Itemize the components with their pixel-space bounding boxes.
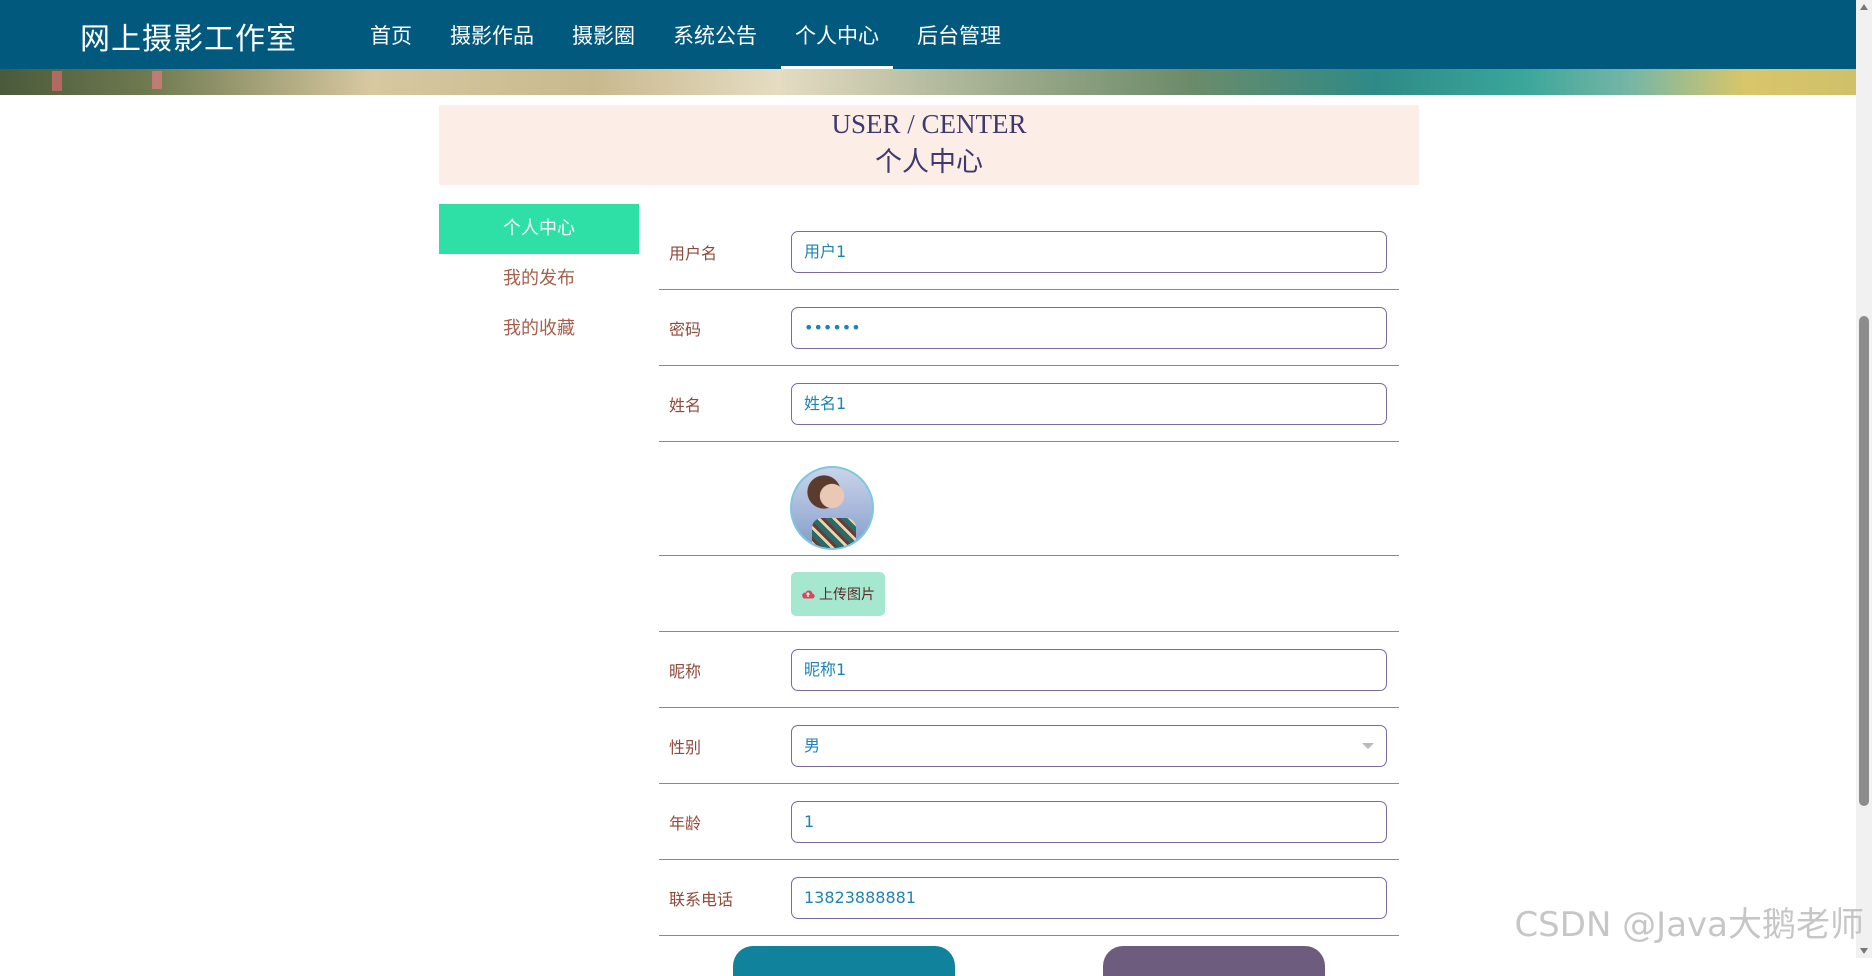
- form-row-phone: 联系电话 13823888881: [659, 860, 1399, 936]
- page-title-en: USER / CENTER: [831, 109, 1027, 139]
- nav-home[interactable]: 首页: [356, 0, 426, 69]
- password-label: 密码: [669, 319, 702, 339]
- cloud-upload-icon: [802, 590, 815, 599]
- page-scrollbar[interactable]: [1856, 0, 1872, 958]
- nav-announcements[interactable]: 系统公告: [659, 0, 771, 69]
- banner-image-strip: [0, 69, 1856, 95]
- side-item-my-favorites[interactable]: 我的收藏: [439, 304, 639, 354]
- realname-input[interactable]: 姓名1: [791, 382, 1387, 425]
- form-row-username: 用户名 用户1: [659, 214, 1399, 290]
- profile-form: 用户名 用户1 密码 •••••• 姓名 姓名1 上传图片 昵称 昵称1 性别 …: [659, 214, 1399, 936]
- password-input[interactable]: ••••••: [791, 306, 1387, 349]
- cancel-button[interactable]: [1103, 946, 1325, 976]
- scroll-down-icon[interactable]: [1860, 948, 1868, 954]
- site-title[interactable]: 网上摄影工作室: [80, 14, 297, 58]
- form-row-realname: 姓名 姓名1: [659, 366, 1399, 442]
- side-item-personal-center[interactable]: 个人中心: [439, 204, 639, 254]
- form-row-gender: 性别 男: [659, 708, 1399, 784]
- nickname-input[interactable]: 昵称1: [791, 648, 1387, 691]
- chevron-down-icon: [1362, 742, 1374, 749]
- form-row-age: 年龄 1: [659, 784, 1399, 860]
- nav-personal-center[interactable]: 个人中心: [781, 0, 893, 69]
- gender-selected-value: 男: [804, 735, 821, 755]
- watermark: CSDN @Java大鹅老师: [1514, 905, 1864, 945]
- form-row-password: 密码 ••••••: [659, 290, 1399, 366]
- page-header: USER / CENTER 个人中心: [439, 105, 1419, 185]
- scrollbar-thumb[interactable]: [1859, 316, 1869, 806]
- gender-label: 性别: [669, 737, 702, 757]
- nav-photo-works[interactable]: 摄影作品: [436, 0, 548, 69]
- age-label: 年龄: [669, 813, 702, 833]
- nav-photo-circle[interactable]: 摄影圈: [558, 0, 649, 69]
- phone-input[interactable]: 13823888881: [791, 876, 1387, 919]
- save-button[interactable]: [733, 946, 955, 976]
- form-row-avatar: [659, 442, 1399, 556]
- username-label: 用户名: [669, 243, 718, 263]
- scroll-up-icon[interactable]: [1860, 4, 1868, 10]
- side-menu: 个人中心 我的发布 我的收藏: [439, 204, 639, 354]
- nav-admin[interactable]: 后台管理: [903, 0, 1015, 69]
- main-nav: 首页 摄影作品 摄影圈 系统公告 个人中心 后台管理: [356, 0, 1025, 69]
- form-row-nickname: 昵称 昵称1: [659, 632, 1399, 708]
- avatar: [790, 466, 874, 550]
- username-input[interactable]: 用户1: [791, 230, 1387, 273]
- side-item-my-posts[interactable]: 我的发布: [439, 254, 639, 304]
- gender-select[interactable]: 男: [791, 724, 1387, 767]
- form-row-upload: 上传图片: [659, 556, 1399, 632]
- nickname-label: 昵称: [669, 661, 702, 681]
- upload-image-button[interactable]: 上传图片: [791, 571, 885, 616]
- page-title-cn: 个人中心: [875, 147, 983, 178]
- phone-label: 联系电话: [669, 889, 734, 909]
- top-navbar: 网上摄影工作室 首页 摄影作品 摄影圈 系统公告 个人中心 后台管理: [0, 0, 1856, 69]
- upload-image-label: 上传图片: [819, 586, 875, 603]
- realname-label: 姓名: [669, 395, 702, 415]
- age-input[interactable]: 1: [791, 800, 1387, 843]
